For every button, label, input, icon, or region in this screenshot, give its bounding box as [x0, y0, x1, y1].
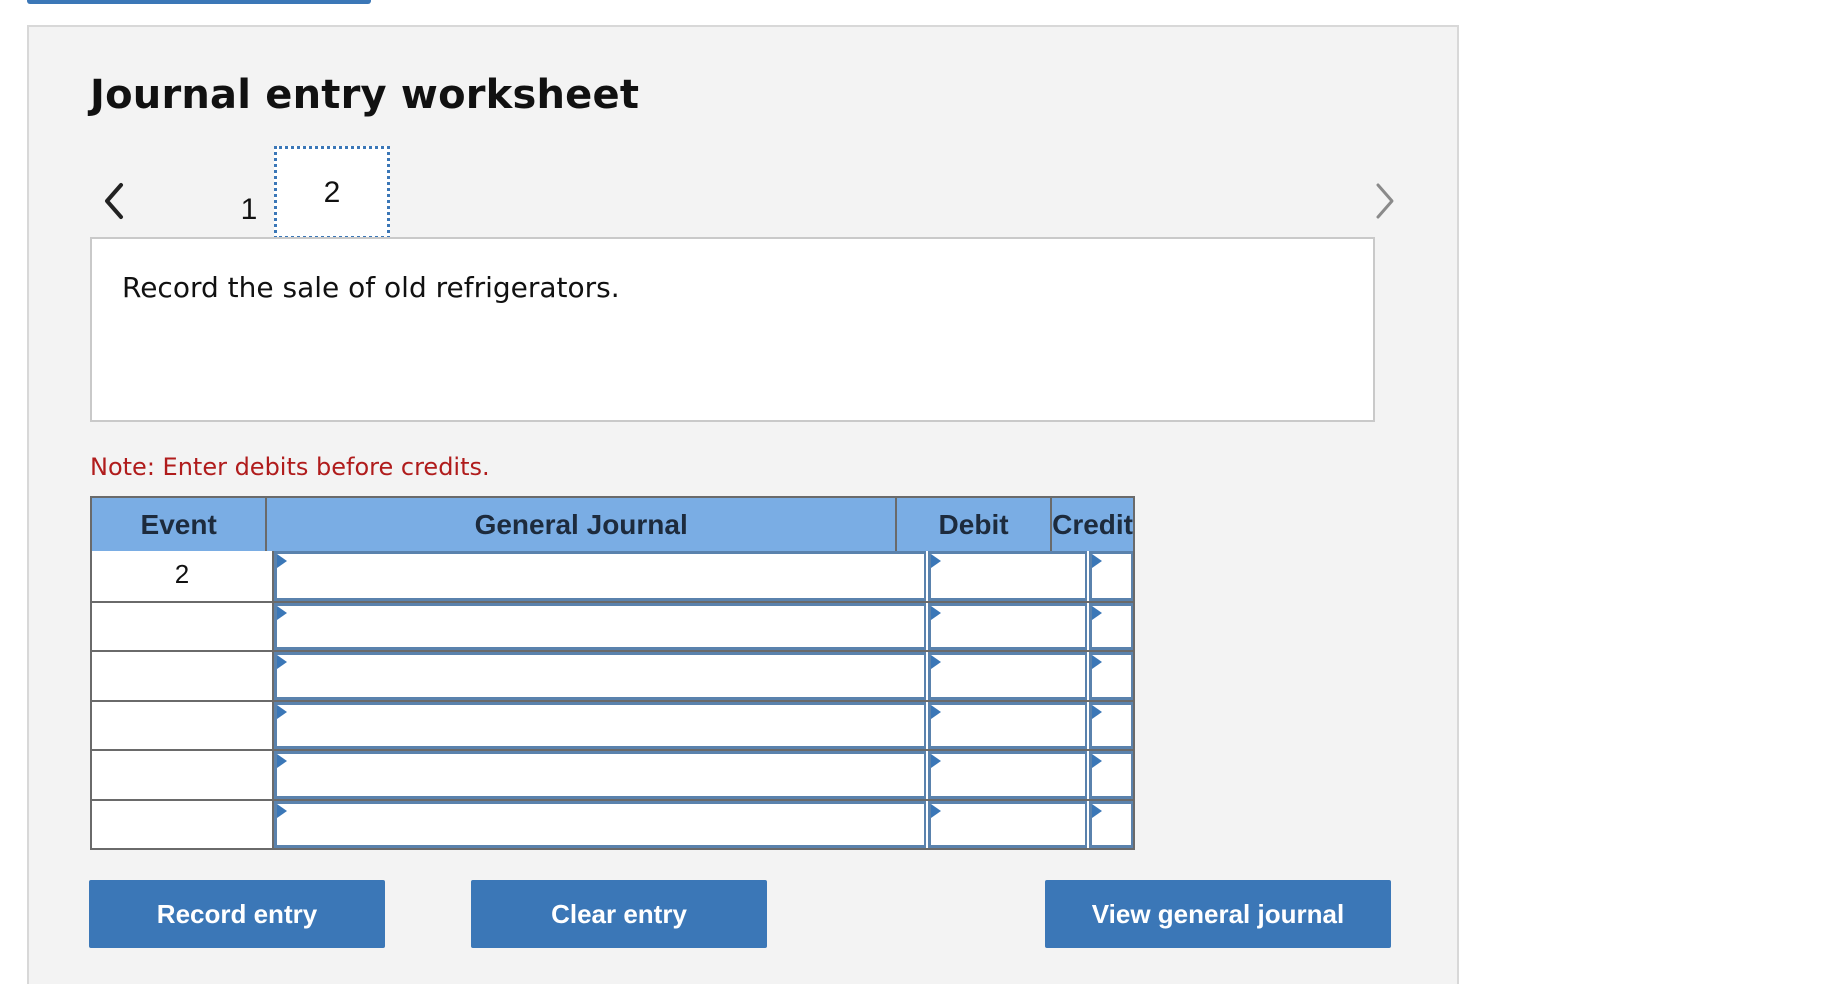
journal-body: 2 [92, 551, 1133, 848]
worksheet-panel: Journal entry worksheet 1 2 Record the s… [27, 25, 1459, 984]
debit-input[interactable] [928, 751, 1087, 799]
triangle-right-icon [1092, 605, 1102, 620]
triangle-right-icon [277, 704, 287, 719]
account-select[interactable] [274, 751, 926, 799]
event-cell [92, 800, 274, 848]
account-select[interactable] [274, 701, 926, 749]
debit-input[interactable] [928, 701, 1087, 749]
triangle-right-icon [931, 754, 941, 768]
credit-input[interactable] [1089, 652, 1133, 700]
journal-header-row: Event General Journal Debit Credit [92, 498, 1133, 551]
event-cell [92, 652, 274, 700]
triangle-right-icon [1092, 554, 1102, 568]
triangle-right-icon [1092, 803, 1102, 818]
triangle-right-icon [931, 605, 941, 620]
credit-input[interactable] [1089, 800, 1133, 848]
event-cell [92, 602, 274, 650]
journal-row: 2 [92, 551, 1133, 601]
event-cell: 2 [92, 551, 274, 601]
previous-page-button[interactable] [95, 167, 135, 227]
triangle-right-icon [931, 704, 941, 719]
worksheet-title: Journal entry worksheet [90, 72, 640, 118]
clear-entry-button[interactable]: Clear entry [471, 880, 767, 948]
account-select[interactable] [274, 602, 926, 650]
triangle-right-icon [277, 605, 287, 620]
triangle-right-icon [277, 655, 287, 669]
triangle-right-icon [1092, 704, 1102, 719]
journal-row [92, 600, 1133, 650]
triangle-right-icon [277, 554, 287, 568]
debit-input[interactable] [928, 551, 1087, 601]
triangle-right-icon [1092, 754, 1102, 768]
credit-input[interactable] [1089, 751, 1133, 799]
page-tab-2-active[interactable]: 2 [274, 146, 390, 239]
header-credit: Credit [1052, 509, 1133, 540]
journal-table: Event General Journal Debit Credit 2 [90, 496, 1135, 850]
account-select[interactable] [274, 800, 926, 848]
triangle-right-icon [277, 803, 287, 818]
view-general-journal-button[interactable]: View general journal [1045, 880, 1391, 948]
journal-row [92, 699, 1133, 749]
triangle-right-icon [931, 803, 941, 818]
journal-row [92, 798, 1133, 848]
triangle-right-icon [277, 754, 287, 768]
record-entry-button[interactable]: Record entry [89, 880, 385, 948]
header-event: Event [92, 498, 268, 551]
entry-note: Note: Enter debits before credits. [90, 453, 490, 481]
credit-input[interactable] [1089, 701, 1133, 749]
debit-input[interactable] [928, 800, 1087, 848]
debit-input[interactable] [928, 602, 1087, 650]
transaction-prompt: Record the sale of old refrigerators. [122, 271, 620, 304]
triangle-right-icon [931, 554, 941, 568]
journal-row [92, 749, 1133, 799]
credit-input[interactable] [1089, 551, 1133, 601]
debit-input[interactable] [928, 652, 1087, 700]
chevron-left-icon [105, 183, 123, 219]
triangle-right-icon [931, 655, 941, 669]
next-page-button[interactable] [1364, 167, 1404, 227]
event-cell [92, 701, 274, 749]
account-select[interactable] [274, 652, 926, 700]
journal-row [92, 650, 1133, 700]
triangle-right-icon [1092, 655, 1102, 669]
page-tab-1[interactable]: 1 [224, 193, 274, 227]
transaction-prompt-box: Record the sale of old refrigerators. [90, 237, 1375, 422]
event-cell [92, 751, 274, 799]
account-select[interactable] [274, 551, 926, 601]
header-general-journal: General Journal [267, 498, 898, 551]
top-tab-indicator [27, 0, 371, 4]
chevron-right-icon [1376, 183, 1394, 219]
credit-input[interactable] [1089, 602, 1133, 650]
header-debit: Debit [897, 498, 1053, 551]
